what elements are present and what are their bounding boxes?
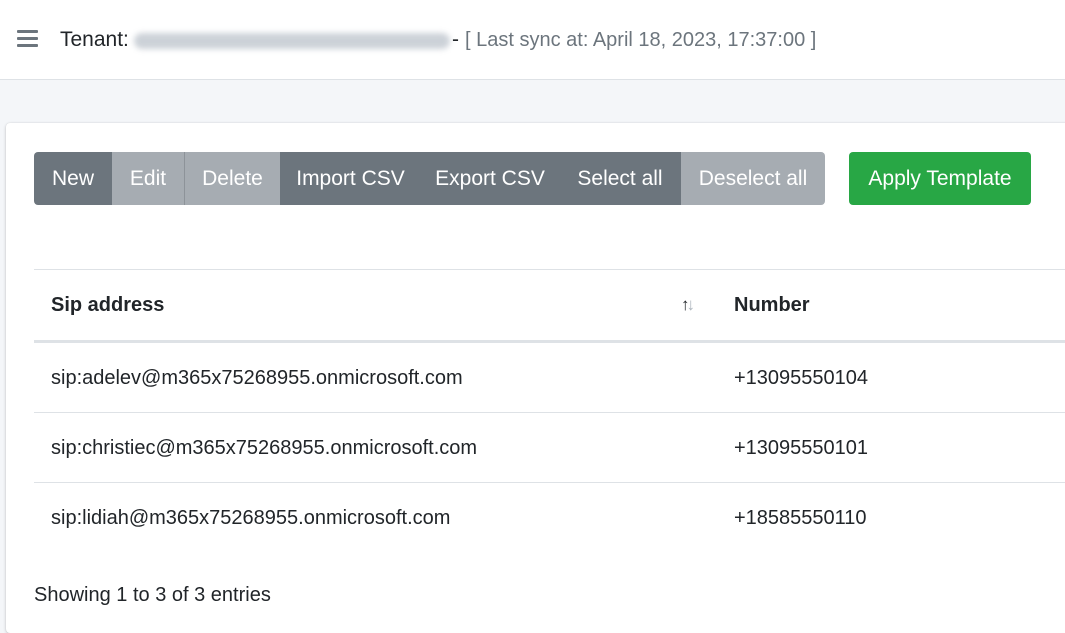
tenant-label: Tenant: [60, 28, 129, 51]
toolbar-button-group: New Edit Delete Import CSV Export CSV Se… [34, 152, 825, 205]
menu-icon[interactable] [17, 30, 38, 47]
cell-sip-address: sip:adelev@m365x75268955.onmicrosoft.com [51, 367, 463, 389]
table-row[interactable]: sip:adelev@m365x75268955.onmicrosoft.com… [34, 343, 1065, 413]
import-csv-button[interactable]: Import CSV [280, 152, 421, 205]
column-header-number[interactable]: Number [734, 294, 810, 317]
tenant-separator: - [452, 28, 459, 51]
numbers-table: Sip address ↑↓ Number sip:adelev@m365x75… [34, 269, 1065, 552]
table-header: Sip address ↑↓ Number [34, 270, 1065, 343]
top-navbar: Tenant: - [ Last sync at: April 18, 2023… [0, 0, 1065, 80]
table-info-text: Showing 1 to 3 of 3 entries [34, 584, 271, 606]
table-row[interactable]: sip:lidiah@m365x75268955.onmicrosoft.com… [34, 483, 1065, 552]
tenant-email-redacted [134, 33, 450, 49]
cell-number: +13095550101 [734, 437, 869, 459]
cell-number: +13095550104 [734, 367, 869, 389]
cell-number: +18585550110 [734, 507, 867, 529]
new-button[interactable]: New [34, 152, 112, 205]
deselect-all-button[interactable]: Deselect all [681, 152, 825, 205]
apply-template-button[interactable]: Apply Template [849, 152, 1031, 205]
cell-sip-address: sip:lidiah@m365x75268955.onmicrosoft.com [51, 507, 451, 529]
delete-button[interactable]: Delete [184, 152, 280, 205]
edit-button[interactable]: Edit [112, 152, 184, 205]
export-csv-button[interactable]: Export CSV [421, 152, 559, 205]
cell-sip-address: sip:christiec@m365x75268955.onmicrosoft.… [51, 437, 478, 459]
sort-arrows-icon[interactable]: ↑↓ [681, 295, 695, 315]
column-header-sip-address[interactable]: Sip address [51, 294, 164, 317]
select-all-button[interactable]: Select all [559, 152, 681, 205]
table-row[interactable]: sip:christiec@m365x75268955.onmicrosoft.… [34, 413, 1065, 483]
last-sync-text: [ Last sync at: April 18, 2023, 17:37:00… [465, 29, 817, 51]
